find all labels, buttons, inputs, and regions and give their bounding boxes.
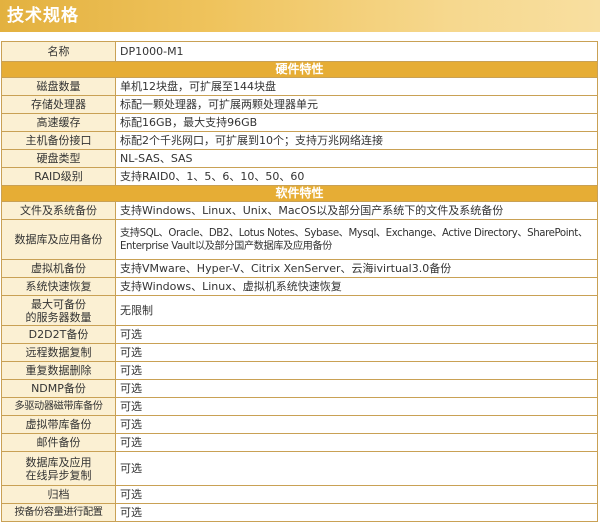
row-label: 硬盘类型 [1, 149, 116, 168]
row-value: 可选 [115, 325, 598, 344]
section-row-software: 软件特性 [1, 185, 598, 202]
spec-table: 名称 DP1000-M1 硬件特性 磁盘数量 单机12块盘，可扩展至144块盘 … [1, 41, 598, 522]
table-row: 名称 DP1000-M1 [1, 41, 598, 62]
row-label-line: 数据库及应用 [25, 455, 92, 469]
row-value: 可选 [115, 485, 598, 504]
row-label: 主机备份接口 [1, 131, 116, 150]
table-row: D2D2T备份 可选 [1, 325, 598, 344]
table-row: 系统快速恢复 支持Windows、Linux、虚拟机系统快速恢复 [1, 277, 598, 296]
table-row: 最大可备份 的服务器数量 无限制 [1, 295, 598, 326]
section-title-software: 软件特性 [1, 185, 598, 202]
row-label: 按备份容量进行配置 [1, 503, 116, 522]
row-value: 支持VMware、Hyper-V、Citrix XenServer、云海ivir… [115, 259, 598, 278]
row-label: RAID级别 [1, 167, 116, 186]
table-row: 归档 可选 [1, 485, 598, 504]
row-value: 支持Windows、Linux、Unix、MacOS以及部分国产系统下的文件及系… [115, 201, 598, 220]
row-value: 可选 [115, 451, 598, 486]
row-value: 单机12块盘，可扩展至144块盘 [115, 77, 598, 96]
row-label: 磁盘数量 [1, 77, 116, 96]
row-label: 数据库及应用备份 [1, 219, 116, 260]
row-label: 虚拟带库备份 [1, 415, 116, 434]
row-value: 支持SQL、Oracle、DB2、Lotus Notes、Sybase、Mysq… [115, 219, 598, 260]
row-value: NL-SAS、SAS [115, 149, 598, 168]
table-row: 重复数据删除 可选 [1, 361, 598, 380]
row-label: 邮件备份 [1, 433, 116, 452]
row-value: 可选 [115, 433, 598, 452]
table-row: 虚拟机备份 支持VMware、Hyper-V、Citrix XenServer、… [1, 259, 598, 278]
row-label: 数据库及应用 在线异步复制 [1, 451, 116, 486]
row-value: 可选 [115, 397, 598, 416]
row-value: 标配2个千兆网口，可扩展到10个；支持万兆网络连接 [115, 131, 598, 150]
section-title-hardware: 硬件特性 [1, 61, 598, 78]
row-label: 远程数据复制 [1, 343, 116, 362]
table-row: 邮件备份 可选 [1, 433, 598, 452]
row-label-line: 在线异步复制 [25, 468, 92, 482]
table-row: 硬盘类型 NL-SAS、SAS [1, 149, 598, 168]
section-row-hardware: 硬件特性 [1, 61, 598, 78]
row-label: 归档 [1, 485, 116, 504]
table-row: RAID级别 支持RAID0、1、5、6、10、50、60 [1, 167, 598, 186]
row-label: 多驱动器磁带库备份 [1, 397, 116, 416]
row-value: 标配一颗处理器，可扩展两颗处理器单元 [115, 95, 598, 114]
row-label: 系统快速恢复 [1, 277, 116, 296]
row-value: 可选 [115, 503, 598, 522]
row-value: 可选 [115, 379, 598, 398]
table-row: 数据库及应用 在线异步复制 可选 [1, 451, 598, 486]
row-label: 高速缓存 [1, 113, 116, 132]
row-label: NDMP备份 [1, 379, 116, 398]
row-label-line: 的服务器数量 [25, 310, 92, 324]
page-header: 技术规格 [0, 0, 600, 32]
row-label: 最大可备份 的服务器数量 [1, 295, 116, 326]
table-row: 远程数据复制 可选 [1, 343, 598, 362]
table-row: 多驱动器磁带库备份 可选 [1, 397, 598, 416]
table-row: 高速缓存 标配16GB，最大支持96GB [1, 113, 598, 132]
row-label-model: 名称 [1, 41, 116, 62]
row-value: 可选 [115, 361, 598, 380]
row-value: 无限制 [115, 295, 598, 326]
row-value: 支持RAID0、1、5、6、10、50、60 [115, 167, 598, 186]
table-row: 数据库及应用备份 支持SQL、Oracle、DB2、Lotus Notes、Sy… [1, 219, 598, 260]
table-row: 按备份容量进行配置 可选 [1, 503, 598, 522]
table-row: 存储处理器 标配一颗处理器，可扩展两颗处理器单元 [1, 95, 598, 114]
page-title: 技术规格 [7, 6, 79, 26]
row-value: 支持Windows、Linux、虚拟机系统快速恢复 [115, 277, 598, 296]
row-label: 存储处理器 [1, 95, 116, 114]
row-label-line: 最大可备份 [31, 297, 86, 311]
row-value: 标配16GB，最大支持96GB [115, 113, 598, 132]
row-label: 重复数据删除 [1, 361, 116, 380]
table-row: 文件及系统备份 支持Windows、Linux、Unix、MacOS以及部分国产… [1, 201, 598, 220]
table-row: NDMP备份 可选 [1, 379, 598, 398]
row-label: D2D2T备份 [1, 325, 116, 344]
row-label: 文件及系统备份 [1, 201, 116, 220]
table-row: 磁盘数量 单机12块盘，可扩展至144块盘 [1, 77, 598, 96]
row-value: 可选 [115, 343, 598, 362]
row-value-model: DP1000-M1 [115, 41, 598, 62]
table-row: 虚拟带库备份 可选 [1, 415, 598, 434]
table-row: 主机备份接口 标配2个千兆网口，可扩展到10个；支持万兆网络连接 [1, 131, 598, 150]
row-label: 虚拟机备份 [1, 259, 116, 278]
row-value: 可选 [115, 415, 598, 434]
